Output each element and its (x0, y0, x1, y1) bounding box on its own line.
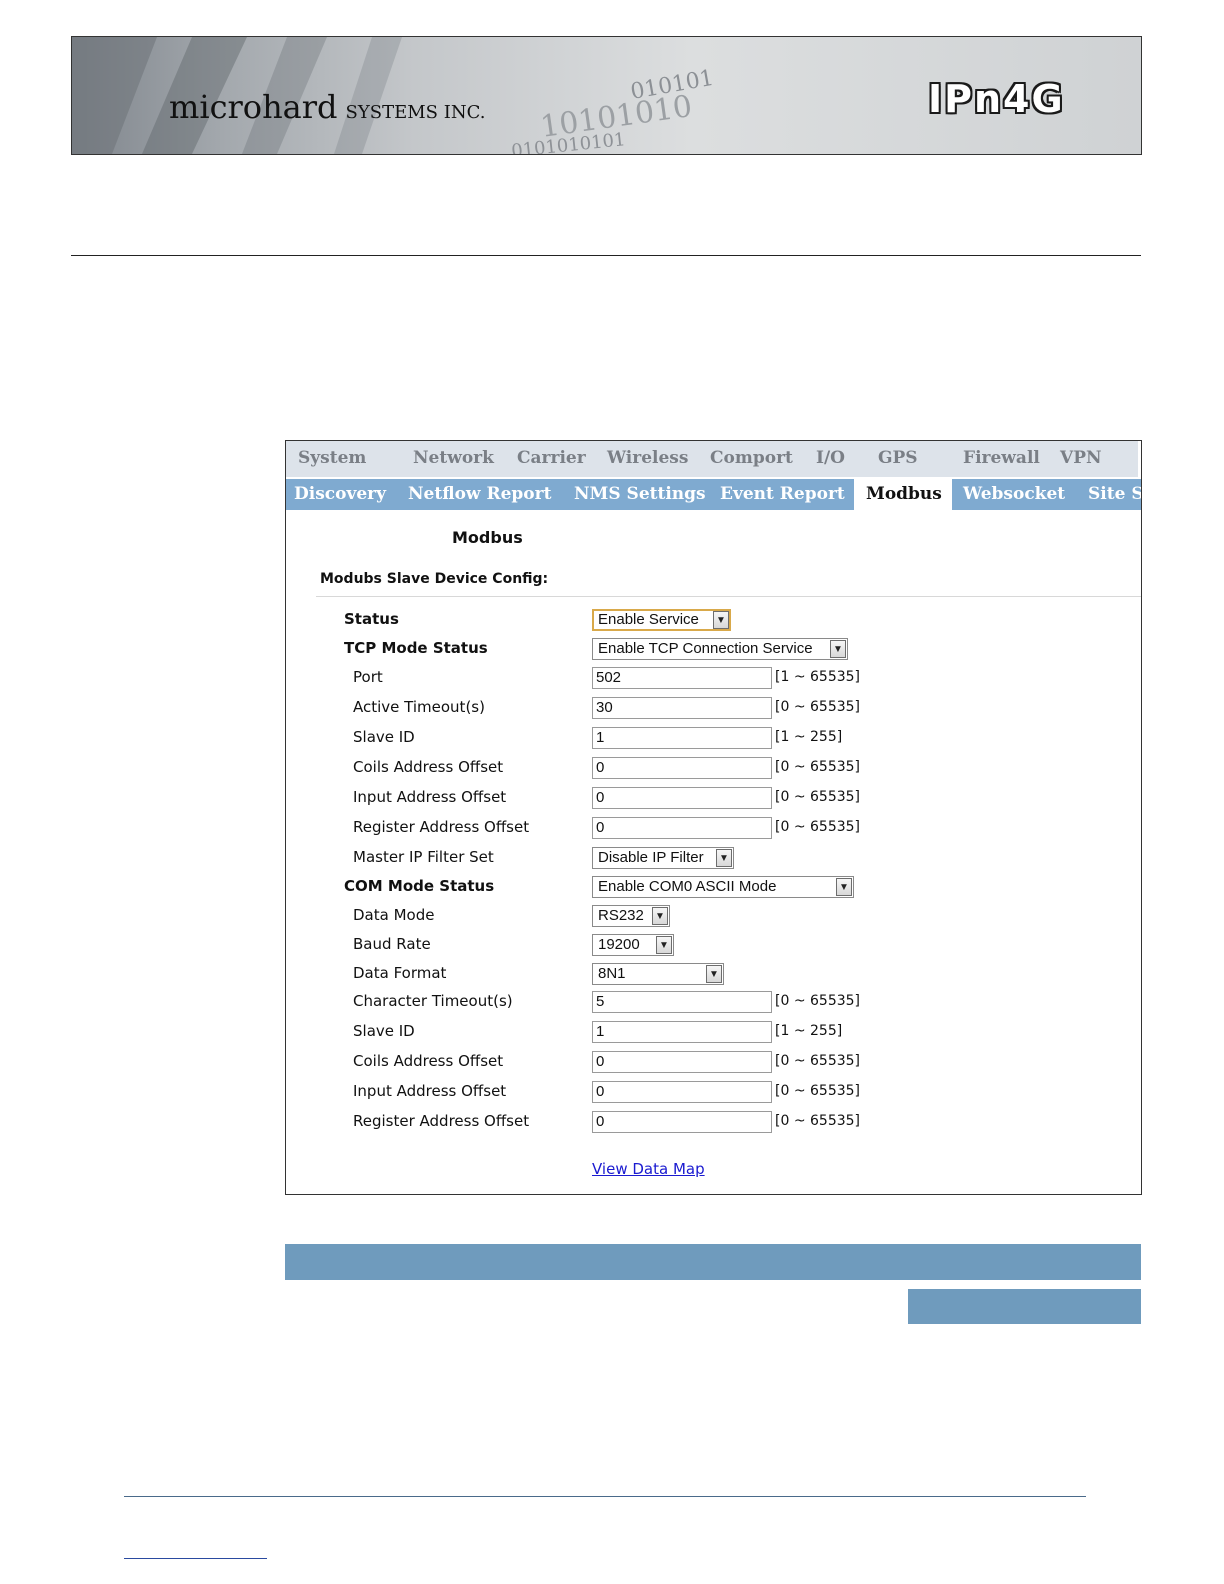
header-banner: 010101 10101010 0101010101 microhard SYST… (71, 36, 1142, 155)
status-label: Status (344, 610, 399, 628)
header-divider (71, 255, 1141, 256)
chevron-down-icon[interactable]: ▼ (656, 936, 672, 954)
tcp-input-offset-range: [0 ~ 65535] (775, 789, 860, 805)
tab-discovery[interactable]: Discovery (294, 484, 386, 504)
section-bar (285, 1244, 1141, 1280)
chevron-down-icon[interactable]: ▼ (716, 849, 732, 867)
status-select[interactable]: Enable Service ▼ (592, 609, 731, 631)
active-timeout-range: [0 ~ 65535] (775, 699, 860, 715)
data-mode-label: Data Mode (353, 906, 435, 924)
active-timeout-label: Active Timeout(s) (353, 698, 485, 716)
nav-carrier[interactable]: Carrier (517, 448, 586, 468)
footer-link-rule (124, 1558, 267, 1559)
com-register-offset-label: Register Address Offset (353, 1112, 530, 1130)
nav-comport[interactable]: Comport (710, 448, 793, 468)
chevron-down-icon[interactable]: ▼ (836, 878, 852, 896)
chevron-down-icon[interactable]: ▼ (652, 907, 668, 925)
company-name: microhard (169, 88, 338, 126)
tcp-mode-select-value: Enable TCP Connection Service (598, 640, 813, 657)
baud-rate-value: 19200 (598, 936, 640, 953)
char-timeout-range: [0 ~ 65535] (775, 993, 860, 1009)
nav-system[interactable]: System (298, 448, 366, 468)
tcp-mode-select[interactable]: Enable TCP Connection Service ▼ (592, 638, 848, 660)
sub-nav: Discovery Netflow Report NMS Settings Ev… (286, 479, 1141, 510)
chevron-down-icon[interactable]: ▼ (706, 965, 722, 983)
nav-io[interactable]: I/O (816, 448, 845, 468)
com-register-offset-range: [0 ~ 65535] (775, 1113, 860, 1129)
com-register-offset-input[interactable]: 0 (592, 1111, 772, 1133)
master-ip-filter-label: Master IP Filter Set (353, 848, 494, 866)
view-data-map-link[interactable]: View Data Map (592, 1160, 705, 1178)
chevron-down-icon[interactable]: ▼ (713, 611, 729, 629)
page-title: Modbus (452, 528, 523, 547)
master-ip-filter-select[interactable]: Disable IP Filter ▼ (592, 847, 734, 869)
tab-event-report[interactable]: Event Report (720, 484, 845, 504)
section-title: Modubs Slave Device Config: (320, 571, 549, 587)
tab-websocket[interactable]: Websocket (963, 484, 1065, 504)
modbus-config-screenshot: System Network Carrier Wireless Comport … (285, 440, 1142, 1195)
nav-network[interactable]: Network (413, 448, 494, 468)
tcp-register-offset-range: [0 ~ 65535] (775, 819, 860, 835)
port-label: Port (353, 668, 383, 686)
tcp-slave-id-label: Slave ID (353, 728, 415, 746)
tab-site-survey[interactable]: Site S (1088, 484, 1141, 504)
tcp-slave-id-range: [1 ~ 255] (775, 729, 843, 745)
com-mode-status-label: COM Mode Status (344, 877, 495, 895)
main-nav: System Network Carrier Wireless Comport … (286, 441, 1141, 477)
data-mode-value: RS232 (598, 907, 644, 924)
nav-gps[interactable]: GPS (878, 448, 918, 468)
tcp-input-offset-label: Input Address Offset (353, 788, 507, 806)
nav-wireless[interactable]: Wireless (607, 448, 688, 468)
char-timeout-input[interactable]: 5 (592, 991, 772, 1013)
data-format-value: 8N1 (598, 965, 626, 982)
master-ip-filter-value: Disable IP Filter (598, 849, 704, 866)
port-input[interactable]: 502 (592, 667, 772, 689)
com-input-offset-range: [0 ~ 65535] (775, 1083, 860, 1099)
tcp-input-offset-input[interactable]: 0 (592, 787, 772, 809)
com-coils-offset-label: Coils Address Offset (353, 1052, 504, 1070)
data-format-select[interactable]: 8N1 ▼ (592, 963, 724, 985)
tcp-coils-offset-range: [0 ~ 65535] (775, 759, 860, 775)
tcp-register-offset-input[interactable]: 0 (592, 817, 772, 839)
nav-separator (1138, 441, 1141, 477)
tcp-register-offset-label: Register Address Offset (353, 818, 530, 836)
data-mode-select[interactable]: RS232 ▼ (592, 905, 670, 927)
section-divider (316, 596, 1141, 597)
com-mode-select-value: Enable COM0 ASCII Mode (598, 878, 777, 895)
tcp-slave-id-input[interactable]: 1 (592, 727, 772, 749)
baud-rate-label: Baud Rate (353, 935, 431, 953)
com-coils-offset-range: [0 ~ 65535] (775, 1053, 860, 1069)
status-select-value: Enable Service (598, 611, 699, 628)
nav-vpn[interactable]: VPN (1060, 448, 1102, 468)
nav-firewall[interactable]: Firewall (963, 448, 1040, 468)
com-slave-id-range: [1 ~ 255] (775, 1023, 843, 1039)
data-format-label: Data Format (353, 964, 447, 982)
baud-rate-select[interactable]: 19200 ▼ (592, 934, 674, 956)
active-timeout-input[interactable]: 30 (592, 697, 772, 719)
com-input-offset-label: Input Address Offset (353, 1082, 507, 1100)
company-logo: microhard SYSTEMS INC. (169, 88, 485, 126)
tcp-coils-offset-label: Coils Address Offset (353, 758, 504, 776)
tab-modbus[interactable]: Modbus (866, 484, 942, 504)
com-slave-id-label: Slave ID (353, 1022, 415, 1040)
company-suffix: SYSTEMS INC. (345, 102, 486, 123)
tab-netflow-report[interactable]: Netflow Report (408, 484, 551, 504)
com-input-offset-input[interactable]: 0 (592, 1081, 772, 1103)
com-coils-offset-input[interactable]: 0 (592, 1051, 772, 1073)
tcp-coils-offset-input[interactable]: 0 (592, 757, 772, 779)
port-range: [1 ~ 65535] (775, 669, 860, 685)
product-name: IPn4G (928, 77, 1065, 121)
char-timeout-label: Character Timeout(s) (353, 992, 513, 1010)
section-bar-small (908, 1289, 1141, 1324)
com-slave-id-input[interactable]: 1 (592, 1021, 772, 1043)
footer-divider (124, 1496, 1086, 1497)
chevron-down-icon[interactable]: ▼ (830, 640, 846, 658)
com-mode-select[interactable]: Enable COM0 ASCII Mode ▼ (592, 876, 854, 898)
tab-nms-settings[interactable]: NMS Settings (574, 484, 706, 504)
tcp-mode-status-label: TCP Mode Status (344, 639, 488, 657)
